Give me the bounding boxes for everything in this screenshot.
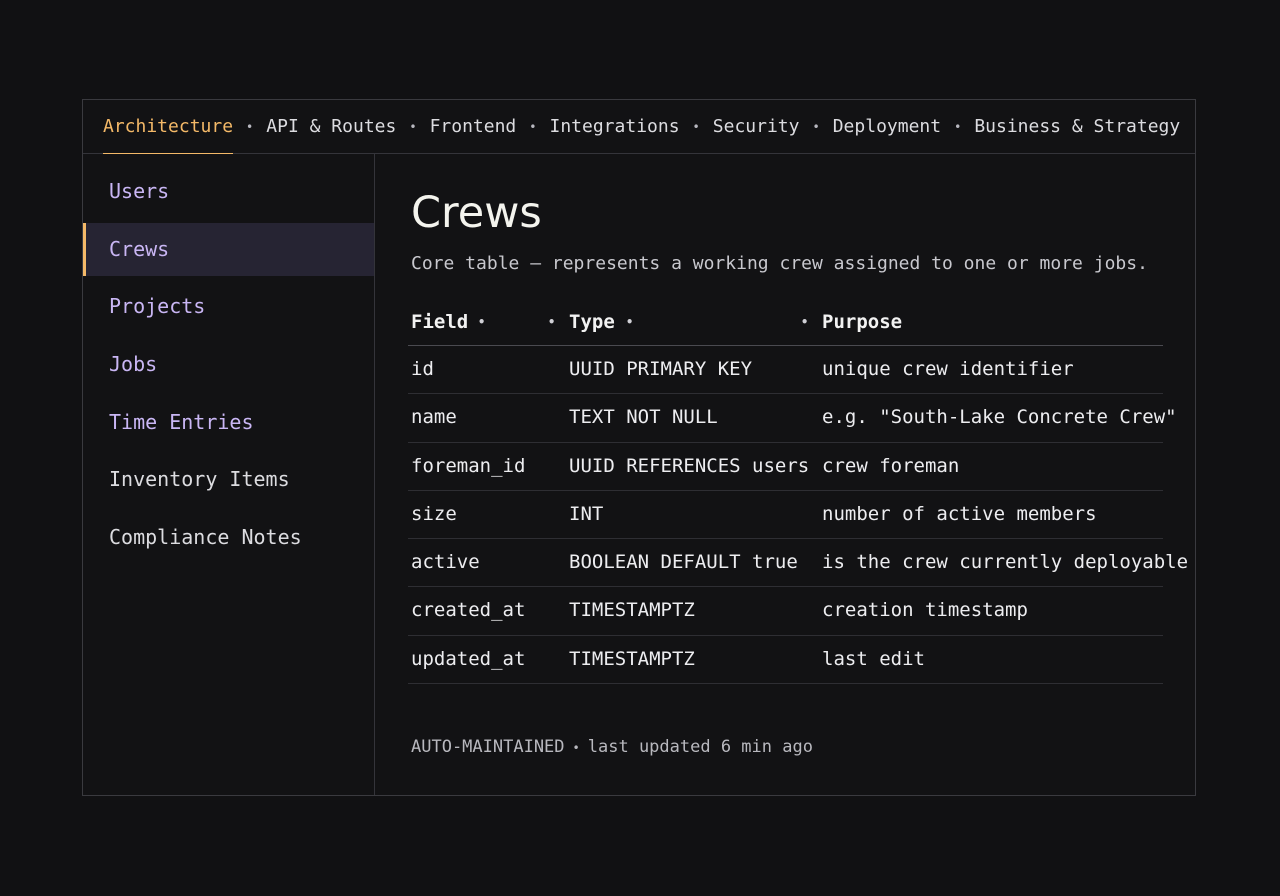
table-row: name TEXT NOT NULL e.g. "South-Lake Conc… bbox=[408, 394, 1177, 443]
tab-separator-dot: • bbox=[529, 119, 537, 134]
cell-field: created_at bbox=[411, 599, 526, 622]
column-sort-dot-icon: • bbox=[478, 315, 486, 329]
column-resize-dot-icon[interactable]: • bbox=[801, 299, 808, 345]
tab-separator-dot: • bbox=[692, 119, 700, 134]
auto-maintained-badge: AUTO-MAINTAINED bbox=[411, 737, 565, 757]
tab-separator-dot: • bbox=[954, 119, 962, 134]
sidebar-item-crews[interactable]: Crews bbox=[83, 222, 374, 276]
sidebar: Users Crews Projects Jobs Time Entries I… bbox=[83, 154, 375, 795]
table-row: size INT number of active members bbox=[408, 491, 1163, 540]
cell-field: updated_at bbox=[411, 647, 526, 670]
table-row: updated_at TIMESTAMPTZ last edit bbox=[408, 636, 1163, 685]
tab-separator-dot: • bbox=[812, 119, 820, 134]
docs-window: Architecture • API & Routes • Frontend •… bbox=[82, 99, 1196, 796]
sidebar-item-users[interactable]: Users bbox=[83, 165, 374, 218]
cell-purpose: is the crew currently deployable bbox=[822, 551, 1189, 574]
cell-field: size bbox=[411, 502, 457, 525]
cell-purpose: number of active members bbox=[822, 502, 1097, 525]
column-sort-dot-icon: • bbox=[626, 315, 634, 329]
tab-architecture[interactable]: Architecture bbox=[103, 100, 234, 154]
cell-purpose: crew foreman bbox=[822, 454, 960, 477]
table-row: created_at TIMESTAMPTZ creation timestam… bbox=[408, 587, 1163, 636]
tab-security[interactable]: Security bbox=[713, 100, 800, 154]
table-row: active BOOLEAN DEFAULT true is the crew … bbox=[408, 539, 1188, 588]
table-row: foreman_id UUID REFERENCES users crew fo… bbox=[408, 443, 1163, 491]
cell-type: INT bbox=[569, 502, 604, 525]
tab-separator-dot: • bbox=[409, 119, 417, 134]
sidebar-item-time-entries[interactable]: Time Entries bbox=[83, 396, 374, 449]
column-resize-dot-icon[interactable]: • bbox=[548, 299, 555, 345]
cell-type: BOOLEAN DEFAULT true bbox=[569, 551, 798, 574]
tab-deployment[interactable]: Deployment bbox=[833, 100, 941, 154]
cell-type: UUID PRIMARY KEY bbox=[569, 358, 753, 380]
cell-field: id bbox=[411, 358, 434, 380]
footer-separator-dot: • bbox=[572, 741, 580, 755]
cell-purpose: e.g. "South-Lake Concrete Crew" bbox=[822, 406, 1177, 429]
cell-purpose: unique crew identifier bbox=[822, 358, 1074, 380]
column-header-field[interactable]: Field bbox=[411, 299, 468, 345]
tab-frontend[interactable]: Frontend bbox=[430, 100, 517, 154]
page-description: Core table — represents a working crew a… bbox=[411, 253, 1148, 274]
column-header-type[interactable]: Type bbox=[569, 299, 615, 345]
tab-api-routes[interactable]: API & Routes bbox=[266, 100, 396, 154]
sidebar-item-jobs[interactable]: Jobs bbox=[83, 338, 374, 391]
cell-type: UUID REFERENCES users bbox=[569, 454, 810, 477]
cell-field: name bbox=[411, 406, 457, 429]
column-header-purpose[interactable]: Purpose bbox=[822, 299, 902, 345]
sidebar-item-projects[interactable]: Projects bbox=[83, 280, 374, 333]
tab-business-strategy[interactable]: Business & Strategy bbox=[974, 100, 1180, 154]
cell-field: active bbox=[411, 551, 480, 574]
top-tab-bar: Architecture • API & Routes • Frontend •… bbox=[83, 100, 1195, 154]
cell-purpose: creation timestamp bbox=[822, 599, 1028, 622]
sidebar-item-inventory-items[interactable]: Inventory Items bbox=[83, 453, 374, 506]
last-updated-text: last updated 6 min ago bbox=[587, 737, 813, 757]
table-header: Field • • Type • • Purpose bbox=[408, 299, 1163, 346]
cell-type: TEXT NOT NULL bbox=[569, 406, 718, 429]
cell-type: TIMESTAMPTZ bbox=[569, 599, 695, 622]
footer-status: AUTO-MAINTAINED • last updated 6 min ago bbox=[411, 737, 813, 757]
table-row: id UUID PRIMARY KEY unique crew identifi… bbox=[408, 346, 1163, 395]
schema-table: Field • • Type • • Purpose id UUID PRIMA… bbox=[408, 299, 1188, 685]
sidebar-item-compliance-notes[interactable]: Compliance Notes bbox=[83, 511, 374, 564]
cell-type: TIMESTAMPTZ bbox=[569, 647, 695, 670]
tab-separator-dot: • bbox=[246, 119, 254, 134]
cell-field: foreman_id bbox=[411, 454, 526, 477]
tab-integrations[interactable]: Integrations bbox=[550, 100, 680, 154]
main-content: Crews Core table — represents a working … bbox=[375, 154, 1195, 795]
cell-purpose: last edit bbox=[822, 647, 925, 670]
page-title: Crews bbox=[411, 188, 542, 238]
